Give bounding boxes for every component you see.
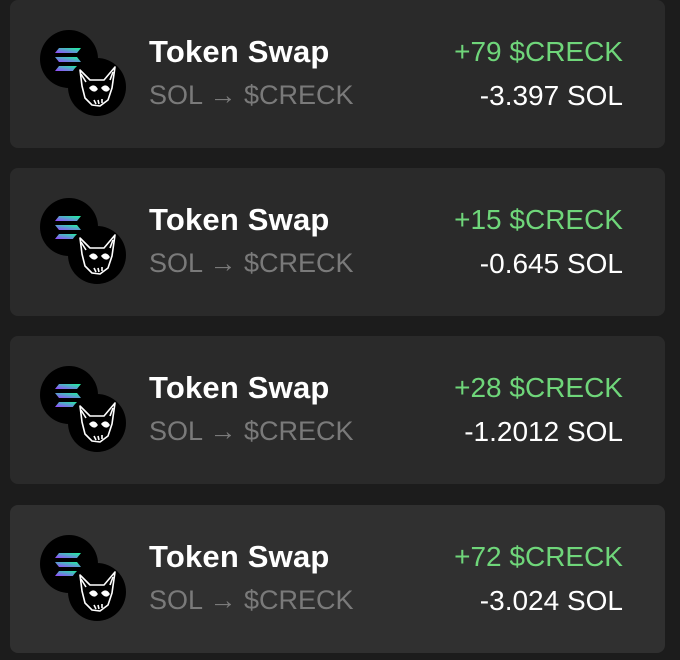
spent-amount: -3.024 SOL <box>479 585 623 616</box>
received-amount: +79 $CRECK <box>454 36 623 67</box>
transaction-subtitle: SOL → $CRECK <box>149 80 354 110</box>
spent-amount: -3.397 SOL <box>479 80 623 111</box>
creck-skull-icon <box>68 563 126 621</box>
creck-skull-icon <box>68 394 126 452</box>
token-pair-icons <box>40 30 130 120</box>
transaction-subtitle: SOL → $CRECK <box>149 585 354 615</box>
transaction-card[interactable]: Token Swap SOL → $CRECK +15 $CRECK -0.64… <box>10 168 665 316</box>
token-pair-icons <box>40 366 130 456</box>
transaction-title: Token Swap <box>149 539 330 574</box>
transaction-card[interactable]: Token Swap SOL → $CRECK +28 $CRECK -1.20… <box>10 336 665 484</box>
received-amount: +72 $CRECK <box>454 541 623 572</box>
creck-skull-icon <box>68 226 126 284</box>
received-amount: +15 $CRECK <box>454 204 623 235</box>
transaction-list: Token Swap SOL → $CRECK +79 $CRECK -3.39… <box>0 0 680 660</box>
creck-skull-icon <box>68 58 126 116</box>
spent-amount: -1.2012 SOL <box>464 416 623 447</box>
transaction-subtitle: SOL → $CRECK <box>149 416 354 446</box>
transaction-card[interactable]: Token Swap SOL → $CRECK +72 $CRECK -3.02… <box>10 505 665 653</box>
received-amount: +28 $CRECK <box>454 372 623 403</box>
transaction-subtitle: SOL → $CRECK <box>149 248 354 278</box>
transaction-title: Token Swap <box>149 370 330 405</box>
token-pair-icons <box>40 535 130 625</box>
transaction-title: Token Swap <box>149 34 330 69</box>
transaction-title: Token Swap <box>149 202 330 237</box>
token-pair-icons <box>40 198 130 288</box>
transaction-card[interactable]: Token Swap SOL → $CRECK +79 $CRECK -3.39… <box>10 0 665 148</box>
spent-amount: -0.645 SOL <box>479 248 623 279</box>
